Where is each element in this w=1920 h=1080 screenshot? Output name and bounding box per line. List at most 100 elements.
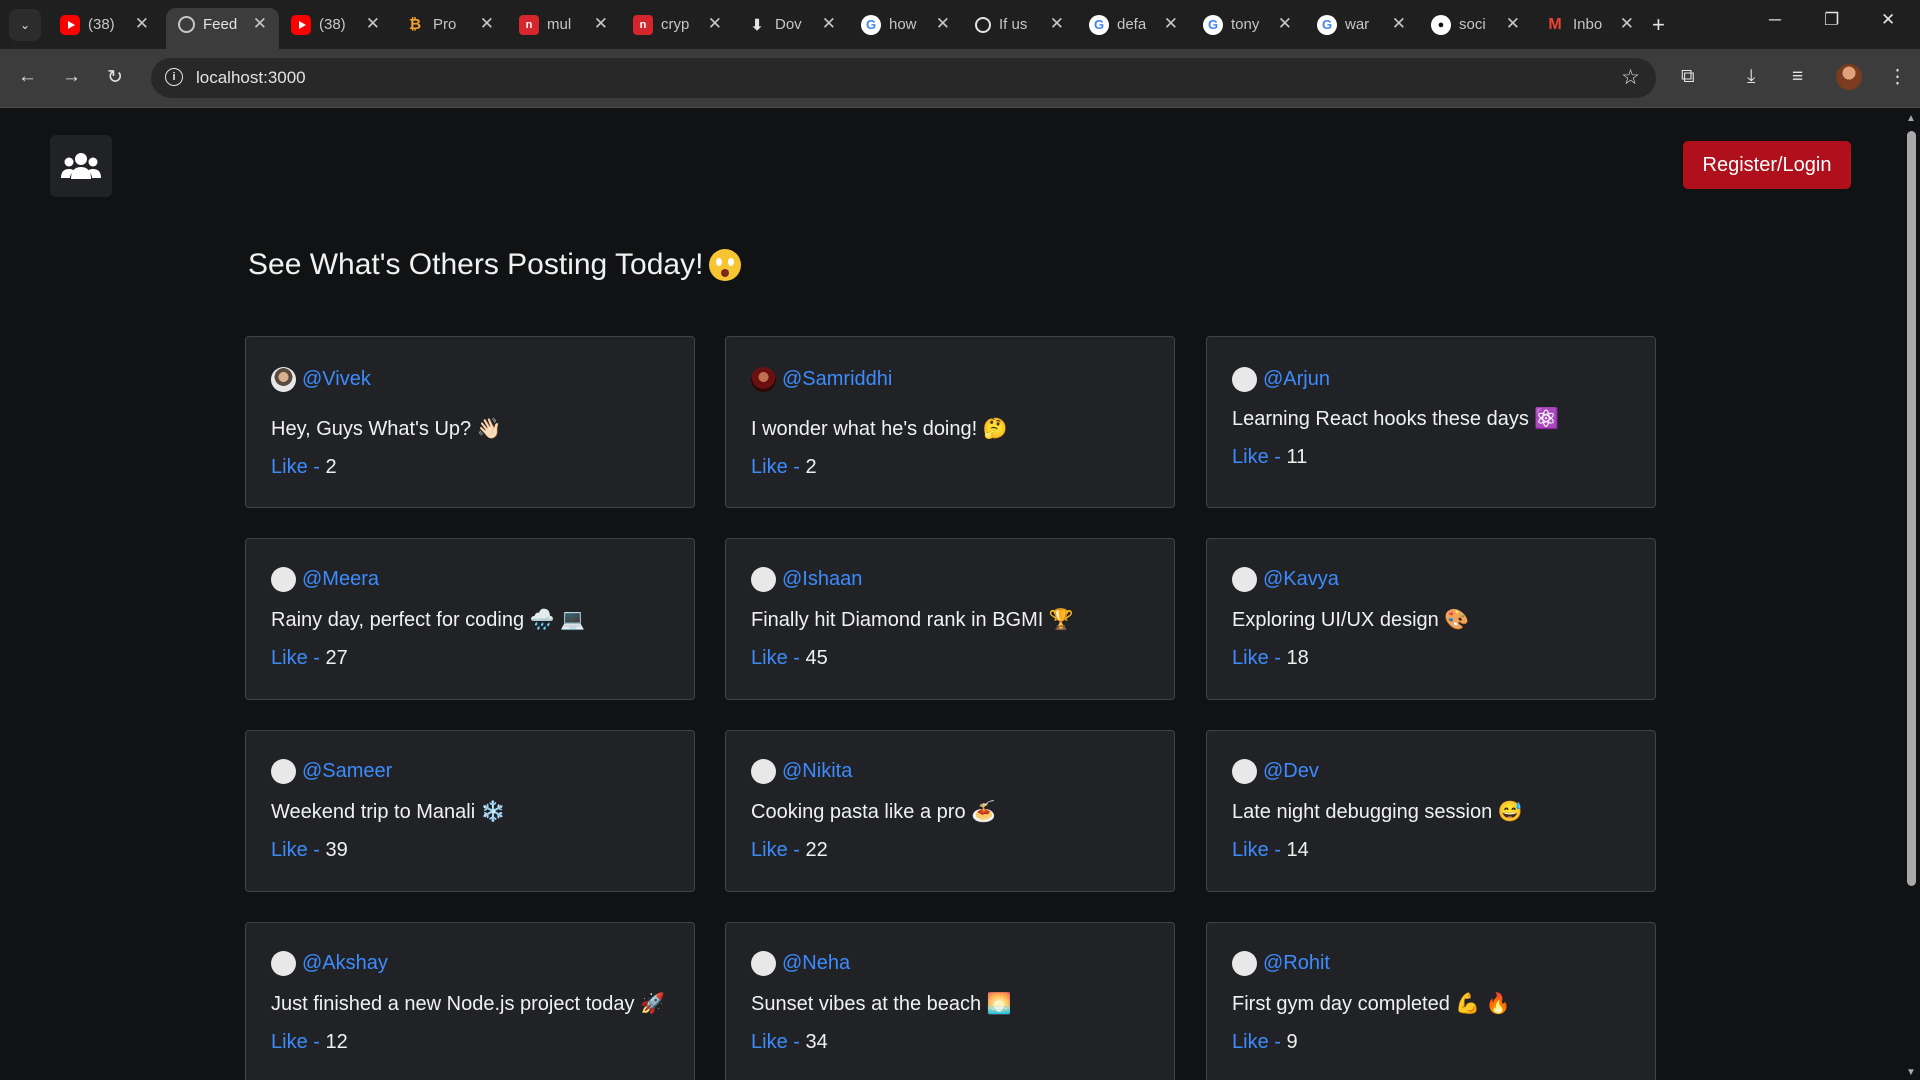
username[interactable]: @Ishaan (782, 568, 862, 591)
post-author[interactable]: @Akshay (271, 951, 388, 976)
username[interactable]: @Neha (782, 952, 850, 975)
close-icon[interactable]: ✕ (480, 14, 494, 34)
bookmark-star-icon[interactable]: ☆ (1621, 65, 1640, 90)
forward-icon[interactable]: → (62, 66, 81, 88)
close-icon[interactable]: ✕ (594, 14, 608, 34)
username[interactable]: @Meera (302, 568, 379, 591)
username[interactable]: @Nikita (782, 760, 852, 783)
post-author[interactable]: @Ishaan (751, 567, 862, 592)
like-count: 27 (325, 647, 348, 669)
browser-tab[interactable]: ₿ Pro ✕ (393, 8, 506, 41)
profile-avatar[interactable] (1836, 64, 1862, 90)
like-button[interactable]: Like - (271, 456, 320, 478)
scroll-down-arrow-icon[interactable]: ▼ (1906, 1067, 1916, 1078)
menu-kebab-icon[interactable]: ⋮ (1888, 66, 1907, 89)
close-icon[interactable]: ✕ (135, 14, 149, 34)
browser-tab[interactable]: n cryp ✕ (621, 8, 734, 41)
browser-tab[interactable]: n mul ✕ (507, 8, 620, 41)
browser-tab[interactable]: ⬇ Dov ✕ (735, 8, 848, 41)
browser-tab-active[interactable]: Feed ✕ (166, 8, 279, 49)
post-author[interactable]: @Vivek (271, 367, 371, 392)
media-controls-icon[interactable]: ≡ (1792, 66, 1803, 88)
address-bar[interactable]: i localhost:3000 ☆ (151, 58, 1656, 98)
browser-tab[interactable]: G tony ✕ (1191, 8, 1304, 41)
like-row: Like - 2 (271, 456, 337, 479)
username[interactable]: @Arjun (1263, 368, 1330, 391)
like-button[interactable]: Like - (751, 839, 800, 861)
like-button[interactable]: Like - (1232, 647, 1281, 669)
google-icon: G (1203, 14, 1223, 35)
close-icon[interactable]: ✕ (1278, 14, 1292, 34)
url-text[interactable]: localhost:3000 (196, 68, 306, 88)
browser-tab[interactable]: If us ✕ (963, 8, 1076, 41)
back-icon[interactable]: ← (18, 66, 37, 88)
extensions-icon[interactable]: ⧉ (1681, 66, 1695, 88)
app-logo[interactable] (50, 135, 112, 197)
close-icon[interactable]: ✕ (936, 14, 950, 34)
post-author[interactable]: @Dev (1232, 759, 1319, 784)
tab-search-button[interactable]: ⌄ (9, 9, 41, 41)
restore-icon[interactable]: ❐ (1824, 10, 1839, 30)
browser-tab[interactable]: (38) ✕ (279, 8, 392, 41)
username[interactable]: @Kavya (1263, 568, 1339, 591)
post-author[interactable]: @Neha (751, 951, 850, 976)
like-button[interactable]: Like - (751, 647, 800, 669)
close-icon[interactable]: ✕ (822, 14, 836, 34)
downloads-icon[interactable]: ⤓ (1747, 66, 1755, 88)
like-button[interactable]: Like - (1232, 1031, 1281, 1053)
username[interactable]: @Dev (1263, 760, 1319, 783)
like-button[interactable]: Like - (271, 1031, 320, 1053)
username[interactable]: @Samriddhi (782, 368, 892, 391)
username[interactable]: @Vivek (302, 368, 371, 391)
like-button[interactable]: Like - (271, 839, 320, 861)
close-icon[interactable]: ✕ (1392, 14, 1406, 34)
avatar (271, 759, 296, 784)
post-card: @Arjun Learning React hooks these days ⚛… (1206, 336, 1656, 508)
username[interactable]: @Akshay (302, 952, 388, 975)
globe-icon (178, 16, 195, 33)
like-row: Like - 27 (271, 647, 348, 670)
post-author[interactable]: @Rohit (1232, 951, 1330, 976)
minimize-icon[interactable]: ─ (1769, 10, 1781, 30)
scrollbar-thumb[interactable] (1907, 131, 1916, 886)
google-icon: G (1317, 14, 1337, 35)
reload-icon[interactable]: ↻ (107, 66, 123, 89)
new-tab-icon[interactable]: + (1652, 12, 1665, 38)
like-button[interactable]: Like - (1232, 446, 1281, 468)
browser-tab[interactable]: M Inbo ✕ (1533, 8, 1646, 41)
like-button[interactable]: Like - (751, 456, 800, 478)
close-icon[interactable]: ✕ (1050, 14, 1064, 34)
page-scrollbar[interactable]: ▲ ▼ (1902, 109, 1920, 1080)
post-author[interactable]: @Samriddhi (751, 367, 892, 392)
like-button[interactable]: Like - (751, 1031, 800, 1053)
username[interactable]: @Sameer (302, 760, 392, 783)
window-close-icon[interactable]: ✕ (1881, 10, 1895, 30)
username[interactable]: @Rohit (1263, 952, 1330, 975)
browser-tab[interactable]: G how ✕ (849, 8, 962, 41)
browser-tab[interactable]: G war ✕ (1305, 8, 1418, 41)
post-text: First gym day completed 💪 🔥 (1232, 993, 1511, 1015)
like-button[interactable]: Like - (271, 647, 320, 669)
browser-tab[interactable]: G defa ✕ (1077, 8, 1190, 41)
post-text: Exploring UI/UX design 🎨 (1232, 609, 1470, 631)
post-author[interactable]: @Meera (271, 567, 379, 592)
close-icon[interactable]: ✕ (366, 14, 380, 34)
close-icon[interactable]: ✕ (1620, 14, 1634, 34)
scroll-up-arrow-icon[interactable]: ▲ (1906, 113, 1916, 124)
close-icon[interactable]: ✕ (708, 14, 722, 34)
post-author[interactable]: @Kavya (1232, 567, 1339, 592)
browser-tab[interactable]: (38) ✕ (48, 8, 161, 41)
register-login-button[interactable]: Register/Login (1683, 141, 1851, 189)
tab-title: defa (1117, 16, 1147, 33)
google-icon: G (861, 14, 881, 35)
close-icon[interactable]: ✕ (1506, 14, 1520, 34)
site-info-icon[interactable]: i (165, 68, 183, 86)
post-author[interactable]: @Sameer (271, 759, 392, 784)
browser-tab[interactable]: ● soci ✕ (1419, 8, 1532, 41)
close-icon[interactable]: ✕ (253, 14, 267, 34)
like-button[interactable]: Like - (1232, 839, 1281, 861)
post-author[interactable]: @Arjun (1232, 367, 1330, 392)
post-author[interactable]: @Nikita (751, 759, 852, 784)
close-icon[interactable]: ✕ (1164, 14, 1178, 34)
n-icon: n (519, 14, 539, 35)
